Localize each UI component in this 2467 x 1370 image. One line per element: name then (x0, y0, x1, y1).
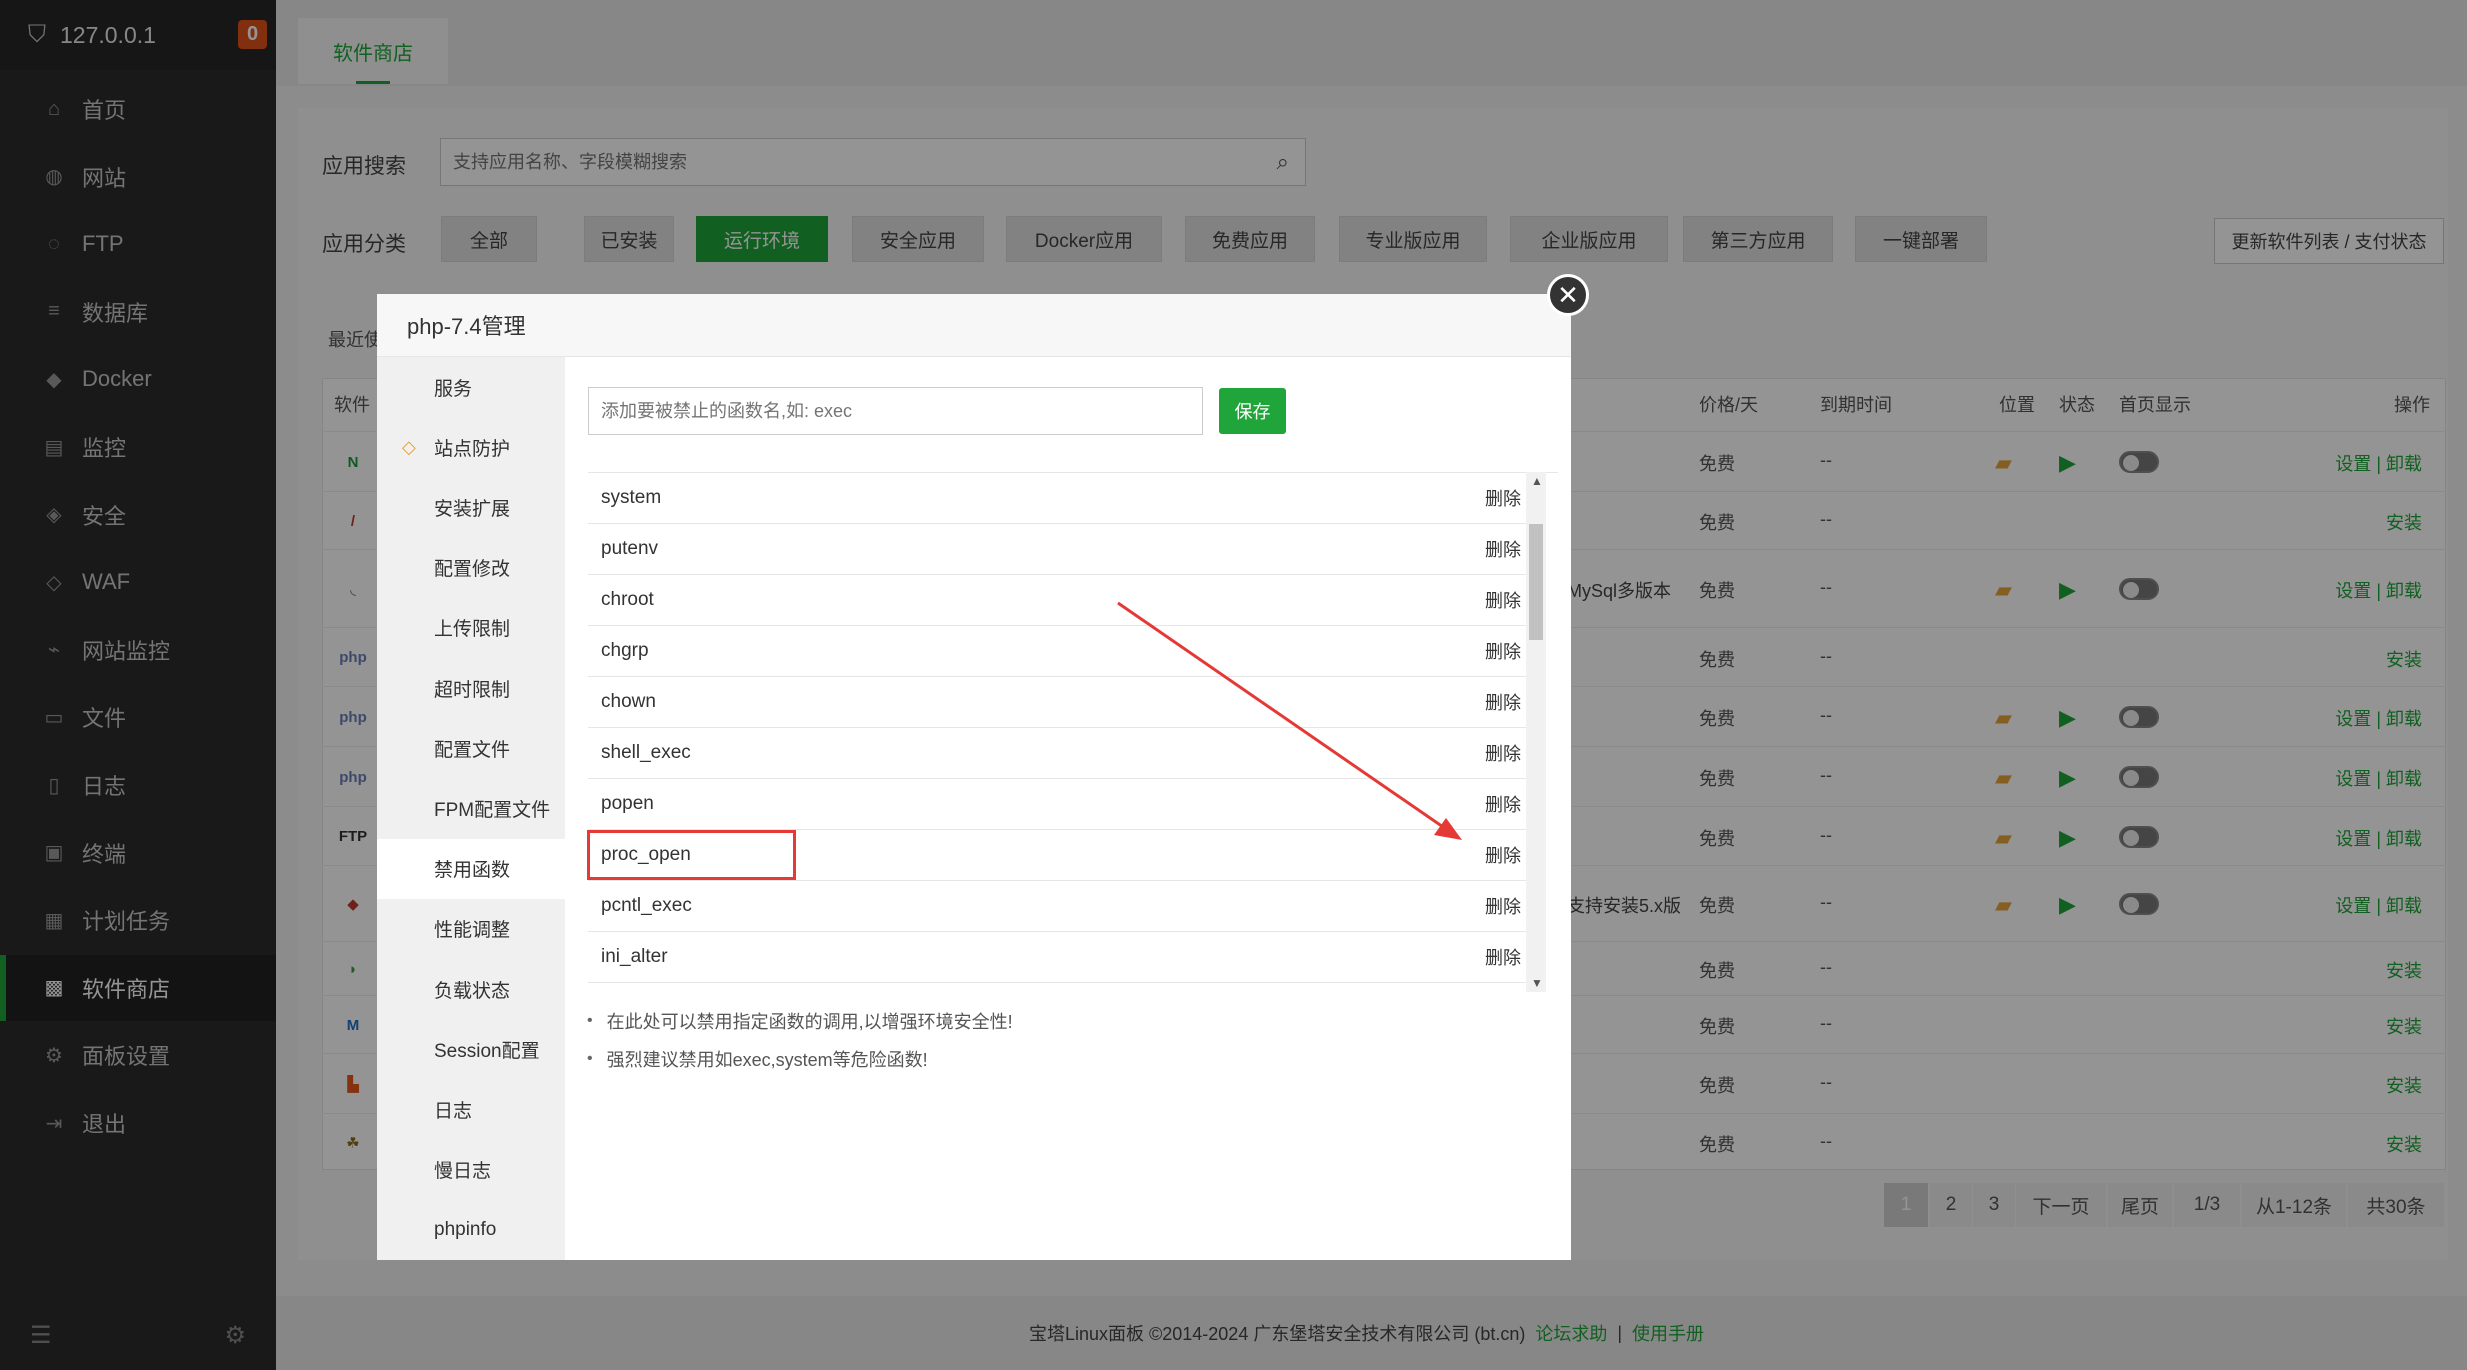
dialog-nav-label: 日志 (434, 1100, 473, 1122)
function-name: putenv (601, 538, 659, 559)
function-row: shell_exec 删除 (588, 728, 1533, 779)
dialog-nav-item[interactable]: 超时限制 (377, 658, 565, 718)
disabled-function-list: system 删除 putenv 删除 chroot 删除 chgrp 删除 chown 删除 sh… (588, 472, 1558, 994)
function-name: chroot (601, 589, 654, 610)
save-button[interactable]: 保存 (1219, 388, 1286, 434)
tip-item: 强烈建议禁用如exec,system等危险函数! (587, 1046, 1013, 1072)
function-row: popen 删除 (588, 779, 1533, 830)
scroll-down-icon[interactable]: ▼ (1531, 976, 1543, 990)
function-row: system 删除 (588, 473, 1533, 524)
dialog-nav-item[interactable]: phpinfo (377, 1200, 565, 1260)
function-row: chgrp 删除 (588, 626, 1533, 677)
delete-function-button[interactable]: 删除 (1485, 893, 1521, 919)
dialog-nav-label: FPM配置文件 (434, 799, 551, 821)
dialog-nav-label: 站点防护 (434, 438, 511, 460)
function-name: chgrp (601, 640, 649, 661)
scrollbar-thumb[interactable] (1529, 524, 1543, 640)
dialog-nav-label: 慢日志 (434, 1161, 492, 1183)
function-name: shell_exec (601, 742, 691, 763)
function-name: pcntl_exec (601, 895, 692, 916)
dialog-nav-label: Session配置 (434, 1040, 540, 1062)
function-row: ini_restore删除 (588, 983, 1533, 994)
dialog-nav-item[interactable]: FPM配置文件 (377, 778, 565, 838)
dialog-nav-label: 性能调整 (434, 920, 511, 942)
function-row: chroot 删除 (588, 575, 1533, 626)
dialog-nav-item[interactable]: 上传限制 (377, 598, 565, 658)
tips-list: 在此处可以禁用指定函数的调用,以增强环境安全性! 强烈建议禁用如exec,sys… (587, 1008, 1013, 1084)
delete-function-button[interactable]: 删除 (1485, 740, 1521, 766)
dialog-nav-item[interactable]: Session配置 (377, 1019, 565, 1079)
dialog-nav-item[interactable]: 安装扩展 (377, 477, 565, 537)
disabled-function-input[interactable] (589, 388, 1202, 434)
delete-function-button[interactable]: 删除 (1485, 791, 1521, 817)
scroll-up-icon[interactable]: ▲ (1531, 474, 1543, 488)
delete-function-button[interactable]: 删除 (1485, 689, 1521, 715)
dialog-nav-item[interactable]: 性能调整 (377, 899, 565, 959)
delete-function-button[interactable]: 删除 (1485, 638, 1521, 664)
dialog-nav-item[interactable]: 配置修改 (377, 538, 565, 598)
disabled-function-field (588, 387, 1203, 435)
dialog-nav-item[interactable]: ◇ 站点防护 (377, 417, 565, 477)
function-row: pcntl_exec 删除 (588, 881, 1533, 932)
delete-function-button[interactable]: 删除 (1485, 842, 1521, 868)
dialog-nav-label: 负载状态 (434, 980, 511, 1002)
tip-item: 在此处可以禁用指定函数的调用,以增强环境安全性! (587, 1008, 1013, 1034)
dialog-nav: 服务 ◇ 站点防护安装扩展配置修改上传限制超时限制配置文件 FPM配置文件 禁用函数性能… (377, 357, 565, 1260)
function-row: chown 删除 (588, 677, 1533, 728)
function-row: ini_alter 删除 (588, 932, 1533, 983)
function-name: chown (601, 691, 656, 712)
dialog-nav-label: 安装扩展 (434, 498, 511, 520)
dialog-nav-item[interactable]: 慢日志 (377, 1140, 565, 1200)
dialog-nav-item[interactable]: 禁用函数 (377, 838, 565, 899)
diamond-icon: ◇ (402, 436, 416, 457)
function-list-scrollbar[interactable]: ▲ ▼ (1526, 472, 1546, 992)
delete-function-button[interactable]: 删除 (1485, 944, 1521, 970)
php-manager-dialog: php-7.4管理 服务 ◇ 站点防护安装扩展配置修改上传限制超时限制配置文件 FPM… (377, 294, 1571, 1260)
dialog-nav-item[interactable]: 负载状态 (377, 959, 565, 1019)
close-dialog-icon[interactable]: ✕ (1547, 274, 1589, 316)
dialog-nav-label: 上传限制 (434, 619, 511, 641)
function-name: popen (601, 793, 654, 814)
dialog-title: php-7.4管理 (377, 294, 1571, 357)
dialog-nav-label: 配置文件 (434, 739, 511, 761)
dialog-nav-item[interactable]: 服务 (377, 357, 565, 417)
dialog-nav-item[interactable]: 日志 (377, 1079, 565, 1139)
dialog-nav-label: phpinfo (434, 1218, 497, 1240)
delete-function-button[interactable]: 删除 (1485, 485, 1521, 511)
function-row: putenv 删除 (588, 524, 1533, 575)
dialog-nav-label: 超时限制 (434, 679, 511, 701)
function-name: ini_alter (601, 946, 668, 967)
function-name: system (601, 487, 662, 508)
dialog-nav-label: 服务 (434, 378, 473, 400)
dialog-nav-label: 配置修改 (434, 559, 511, 581)
highlight-box (587, 830, 796, 880)
delete-function-button[interactable]: 删除 (1485, 536, 1521, 562)
delete-function-button[interactable]: 删除 (1485, 587, 1521, 613)
dialog-nav-label: 禁用函数 (434, 860, 511, 882)
dialog-nav-item[interactable]: 配置文件 (377, 718, 565, 778)
